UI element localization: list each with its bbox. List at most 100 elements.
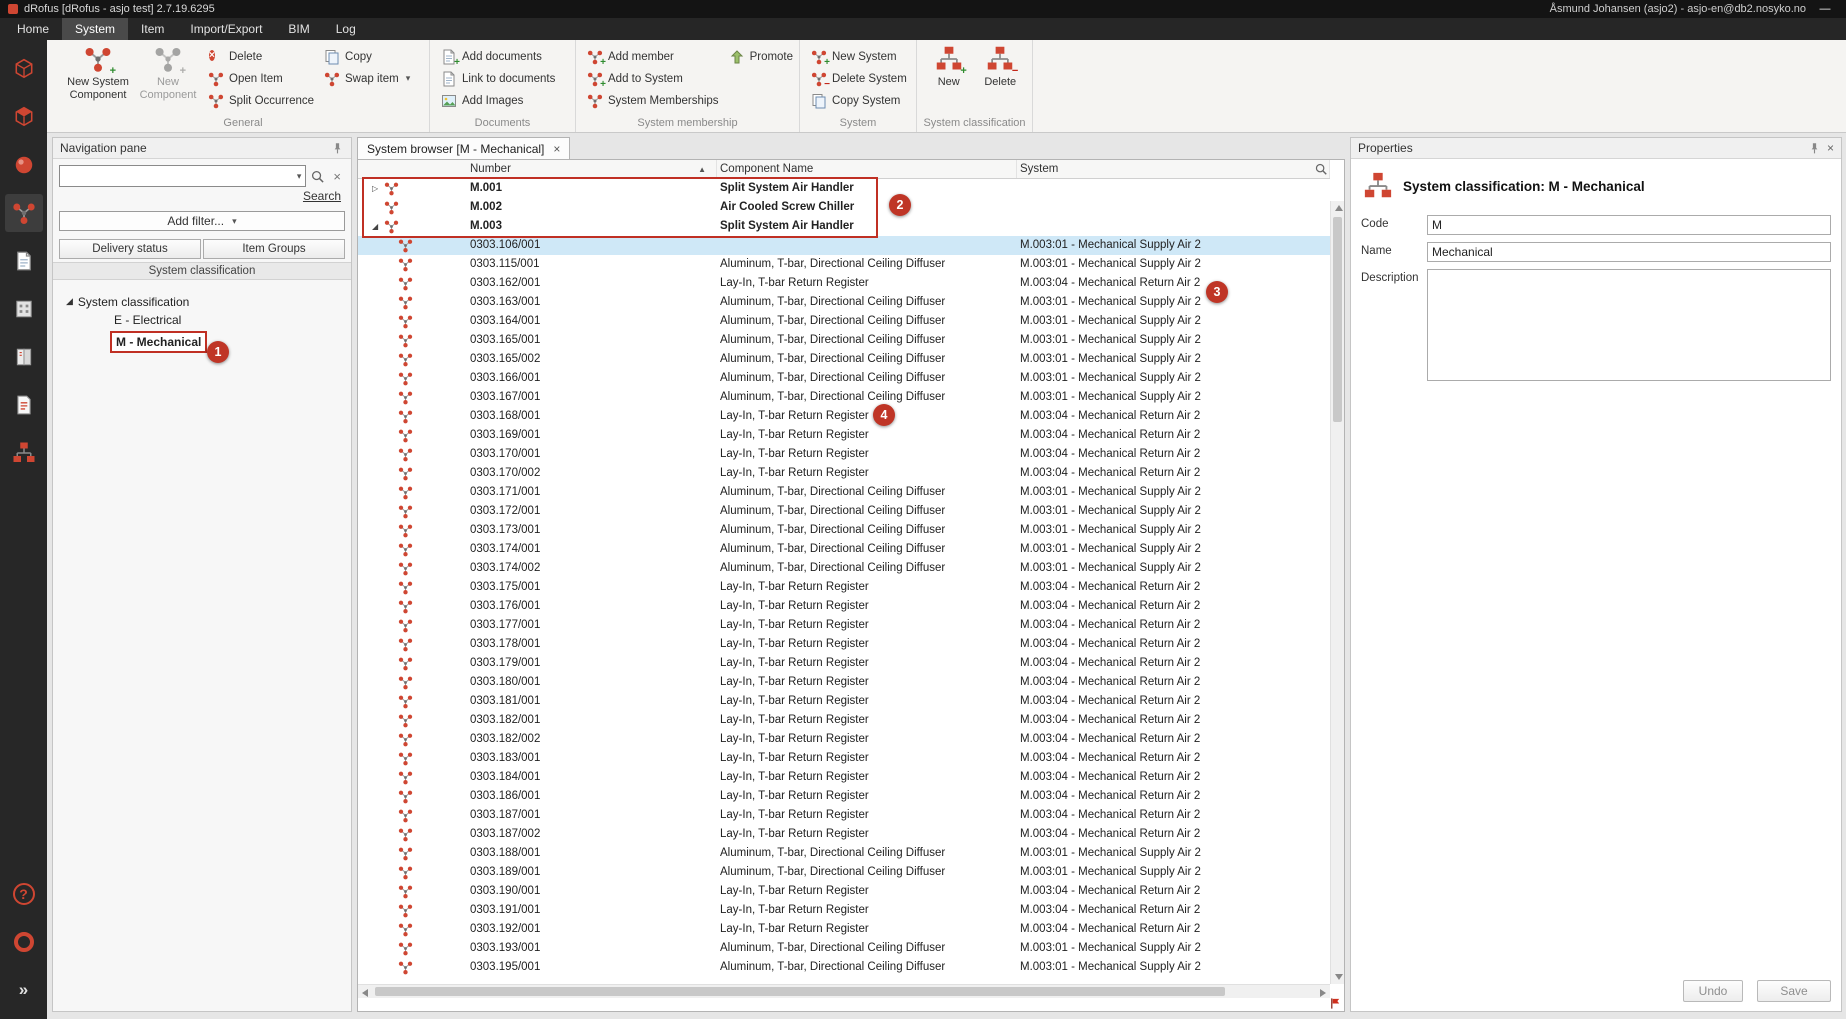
table-row[interactable]: 0303.171/001 Aluminum, T-bar, Directiona… — [358, 483, 1330, 502]
table-row[interactable]: 0303.178/001 Lay-In, T-bar Return Regist… — [358, 635, 1330, 654]
copy-button[interactable]: Copy — [319, 47, 415, 66]
scroll-up-icon[interactable] — [1335, 205, 1343, 211]
scroll-down-icon[interactable] — [1335, 974, 1343, 980]
search-input[interactable] — [64, 169, 295, 183]
table-row[interactable]: 0303.176/001 Lay-In, T-bar Return Regist… — [358, 597, 1330, 616]
description-input[interactable] — [1427, 269, 1831, 381]
rooms-icon[interactable] — [5, 50, 43, 88]
column-header-component-name[interactable]: Component Name — [717, 160, 1017, 178]
column-header-system[interactable]: System — [1017, 160, 1330, 178]
help-icon[interactable]: ? — [5, 875, 43, 913]
table-row[interactable]: 0303.184/001 Lay-In, T-bar Return Regist… — [358, 768, 1330, 787]
table-row[interactable]: 0303.106/001 M.003:01 - Mechanical Suppl… — [358, 236, 1330, 255]
table-row[interactable]: 0303.165/001 Aluminum, T-bar, Directiona… — [358, 331, 1330, 350]
code-input[interactable] — [1427, 215, 1831, 235]
table-row[interactable]: 0303.162/001 Lay-In, T-bar Return Regist… — [358, 274, 1330, 293]
table-row[interactable]: 0303.170/001 Lay-In, T-bar Return Regist… — [358, 445, 1330, 464]
table-row[interactable]: 0303.169/001 Lay-In, T-bar Return Regist… — [358, 426, 1330, 445]
table-row[interactable]: 0303.193/001 Aluminum, T-bar, Directiona… — [358, 939, 1330, 958]
tree-item[interactable]: M - Mechanical — [110, 331, 207, 353]
table-row[interactable]: 0303.195/001 Aluminum, T-bar, Directiona… — [358, 958, 1330, 977]
split-occurrence-button[interactable]: Split Occurrence — [203, 91, 319, 110]
search-link[interactable]: Search — [303, 189, 341, 203]
vertical-scrollbar[interactable] — [1330, 201, 1344, 984]
delete-button[interactable]: × Delete — [203, 47, 319, 66]
system-memberships-button[interactable]: System Memberships — [582, 91, 724, 110]
reports-icon[interactable] — [5, 386, 43, 424]
table-row[interactable]: 0303.164/001 Aluminum, T-bar, Directiona… — [358, 312, 1330, 331]
promote-button[interactable]: Promote — [724, 47, 798, 66]
pin-icon[interactable] — [1808, 142, 1821, 155]
table-row[interactable]: 0303.187/001 Lay-In, T-bar Return Regist… — [358, 806, 1330, 825]
add-to-system-button[interactable]: + Add to System — [582, 69, 724, 88]
name-input[interactable] — [1427, 242, 1831, 262]
new-classification-button[interactable]: + New — [923, 40, 975, 114]
minimize-button[interactable]: — — [1812, 3, 1838, 15]
table-row[interactable]: 0303.190/001 Lay-In, T-bar Return Regist… — [358, 882, 1330, 901]
save-button[interactable]: Save — [1757, 980, 1831, 1002]
menu-item[interactable]: BIM — [275, 18, 322, 40]
table-row[interactable]: 0303.174/002 Aluminum, T-bar, Directiona… — [358, 559, 1330, 578]
buildings-icon[interactable] — [5, 290, 43, 328]
scroll-left-icon[interactable] — [362, 989, 368, 997]
table-row[interactable]: 0303.175/001 Lay-In, T-bar Return Regist… — [358, 578, 1330, 597]
tree-item[interactable]: E - Electrical — [110, 312, 185, 330]
horizontal-scrollbar-thumb[interactable] — [375, 987, 1225, 996]
table-row[interactable]: 0303.165/002 Aluminum, T-bar, Directiona… — [358, 350, 1330, 369]
menu-item[interactable]: Log — [323, 18, 369, 40]
support-icon[interactable] — [5, 923, 43, 961]
tree-root-system-classification[interactable]: ◢ System classification — [53, 292, 351, 311]
room-function-icon[interactable] — [5, 98, 43, 136]
items-icon[interactable] — [5, 146, 43, 184]
table-row[interactable]: 0303.189/001 Aluminum, T-bar, Directiona… — [358, 863, 1330, 882]
expand-sidebar-icon[interactable]: » — [5, 971, 43, 1009]
link-to-documents-button[interactable]: Link to documents — [436, 69, 560, 88]
delete-system-button[interactable]: − Delete System — [806, 69, 912, 88]
table-row[interactable]: 0303.172/001 Aluminum, T-bar, Directiona… — [358, 502, 1330, 521]
column-search-icon[interactable] — [1314, 162, 1328, 176]
table-row[interactable]: 0303.180/001 Lay-In, T-bar Return Regist… — [358, 673, 1330, 692]
add-documents-button[interactable]: + Add documents — [436, 47, 560, 66]
undo-button[interactable]: Undo — [1683, 980, 1743, 1002]
pin-icon[interactable] — [331, 142, 344, 155]
classification-icon[interactable] — [5, 434, 43, 472]
copy-system-button[interactable]: Copy System — [806, 91, 912, 110]
horizontal-scrollbar[interactable] — [358, 984, 1330, 998]
open-item-button[interactable]: Open Item — [203, 69, 319, 88]
table-row[interactable]: 0303.167/001 Aluminum, T-bar, Directiona… — [358, 388, 1330, 407]
menu-item[interactable]: Home — [4, 18, 62, 40]
clear-search-icon[interactable]: × — [329, 169, 345, 184]
menu-item[interactable]: Import/Export — [177, 18, 275, 40]
table-row[interactable]: 0303.179/001 Lay-In, T-bar Return Regist… — [358, 654, 1330, 673]
close-pane-icon[interactable]: × — [1827, 141, 1834, 155]
table-row[interactable]: 0303.163/001 Aluminum, T-bar, Directiona… — [358, 293, 1330, 312]
table-row[interactable]: 0303.181/001 Lay-In, T-bar Return Regist… — [358, 692, 1330, 711]
new-component-button[interactable]: + New Component — [133, 40, 203, 114]
table-row[interactable]: 0303.183/001 Lay-In, T-bar Return Regist… — [358, 749, 1330, 768]
table-row[interactable]: 0303.173/001 Aluminum, T-bar, Directiona… — [358, 521, 1330, 540]
swap-item-button[interactable]: Swap item ▾ — [319, 69, 415, 88]
nav-tab[interactable]: Item Groups — [203, 239, 345, 259]
add-filter-button[interactable]: Add filter... ▾ — [59, 211, 345, 231]
add-images-button[interactable]: Add Images — [436, 91, 560, 110]
vertical-scrollbar-thumb[interactable] — [1333, 217, 1342, 422]
table-row[interactable]: 0303.166/001 Aluminum, T-bar, Directiona… — [358, 369, 1330, 388]
systems-icon[interactable] — [5, 194, 43, 232]
table-row[interactable]: 0303.191/001 Lay-In, T-bar Return Regist… — [358, 901, 1330, 920]
scroll-right-icon[interactable] — [1320, 989, 1326, 997]
expander-icon[interactable]: ◢ — [66, 296, 73, 307]
table-row[interactable]: 0303.177/001 Lay-In, T-bar Return Regist… — [358, 616, 1330, 635]
menu-item[interactable]: System — [62, 18, 128, 40]
new-system-button[interactable]: + New System — [806, 47, 912, 66]
add-member-button[interactable]: + Add member — [582, 47, 724, 66]
documents-icon[interactable] — [5, 242, 43, 280]
table-row[interactable]: 0303.170/002 Lay-In, T-bar Return Regist… — [358, 464, 1330, 483]
table-row[interactable]: 0303.174/001 Aluminum, T-bar, Directiona… — [358, 540, 1330, 559]
browser-tab[interactable]: System browser [M - Mechanical] × — [357, 137, 570, 159]
table-row[interactable]: 0303.168/001 Lay-In, T-bar Return Regist… — [358, 407, 1330, 426]
search-icon[interactable] — [310, 169, 325, 184]
close-tab-icon[interactable]: × — [553, 142, 560, 156]
new-system-component-button[interactable]: + New System Component — [63, 40, 133, 114]
table-row[interactable]: 0303.188/001 Aluminum, T-bar, Directiona… — [358, 844, 1330, 863]
search-options-dropdown-icon[interactable]: ▾ — [297, 171, 302, 182]
